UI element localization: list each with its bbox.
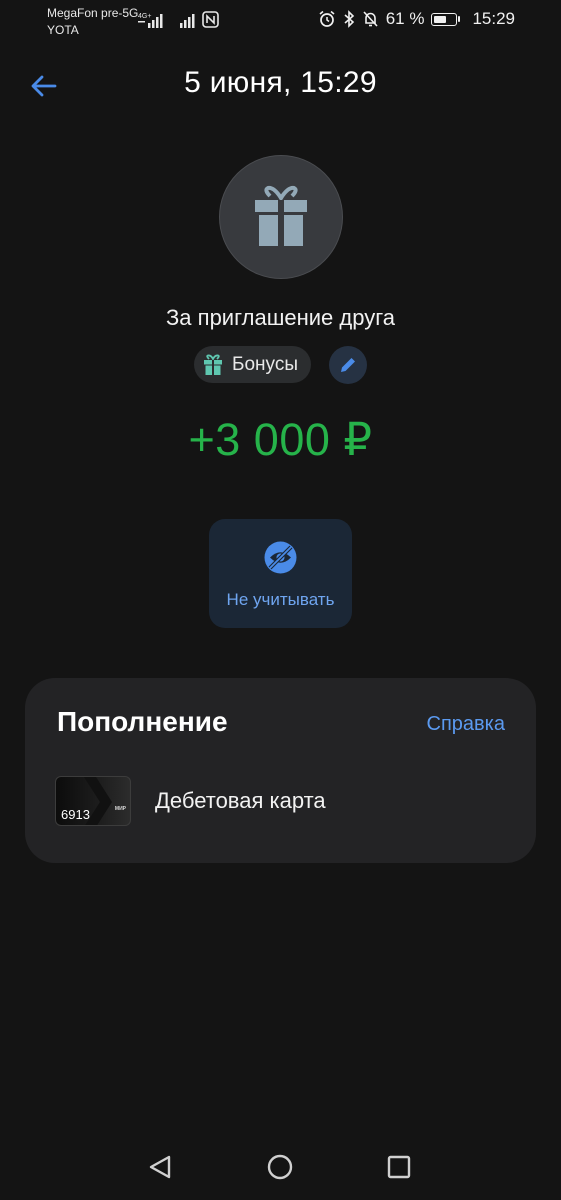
battery-icon bbox=[431, 12, 461, 26]
pencil-icon bbox=[341, 358, 355, 372]
signal-4g-icon: 4G+ bbox=[138, 13, 163, 28]
gift-small-icon bbox=[204, 354, 222, 375]
ignore-transaction-button[interactable]: Не учитывать bbox=[209, 519, 352, 628]
edit-category-button[interactable] bbox=[329, 346, 367, 384]
gift-icon bbox=[255, 185, 307, 246]
transaction-name: За приглашение друга bbox=[166, 305, 395, 330]
card-thumbnail: 6913 МИР bbox=[55, 776, 131, 826]
page-title: 5 июня, 15:29 bbox=[184, 66, 377, 99]
battery-percent: 61 % bbox=[385, 9, 425, 28]
card-label: Дебетовая карта bbox=[155, 788, 326, 813]
category-label: Бонусы bbox=[232, 353, 298, 375]
top-up-panel: Пополнение Справка 6913 МИР Дебетовая ка… bbox=[25, 678, 536, 863]
transaction-amount: +3 000 ₽ bbox=[188, 414, 373, 465]
bell-off-icon bbox=[363, 11, 378, 27]
eye-off-icon bbox=[264, 541, 297, 574]
transaction-avatar bbox=[219, 155, 343, 279]
ignore-label: Не учитывать bbox=[226, 590, 335, 609]
card-row[interactable]: 6913 МИР Дебетовая карта bbox=[55, 776, 516, 828]
bluetooth-icon bbox=[344, 10, 354, 28]
category-chip[interactable]: Бонусы bbox=[194, 346, 311, 383]
nav-back-icon[interactable] bbox=[147, 1154, 173, 1180]
carrier-name-secondary: YOTA bbox=[47, 23, 79, 37]
card-number: 6913 bbox=[61, 807, 90, 822]
signal-icon bbox=[180, 14, 195, 28]
card-brand: МИР bbox=[114, 806, 126, 812]
svg-text:4G+: 4G+ bbox=[138, 13, 151, 20]
carrier-name: MegaFon pre-5G bbox=[47, 6, 139, 20]
clock: 15:29 bbox=[472, 9, 515, 28]
panel-title: Пополнение bbox=[57, 706, 228, 737]
status-bar: MegaFon pre-5G YOTA 4G+ 61 % 15:29 bbox=[0, 0, 561, 44]
alarm-icon bbox=[319, 10, 335, 27]
nav-home-icon[interactable] bbox=[267, 1154, 293, 1180]
nav-recents-icon[interactable] bbox=[387, 1155, 411, 1179]
nfc-icon bbox=[202, 11, 219, 28]
help-link[interactable]: Справка bbox=[427, 713, 505, 736]
